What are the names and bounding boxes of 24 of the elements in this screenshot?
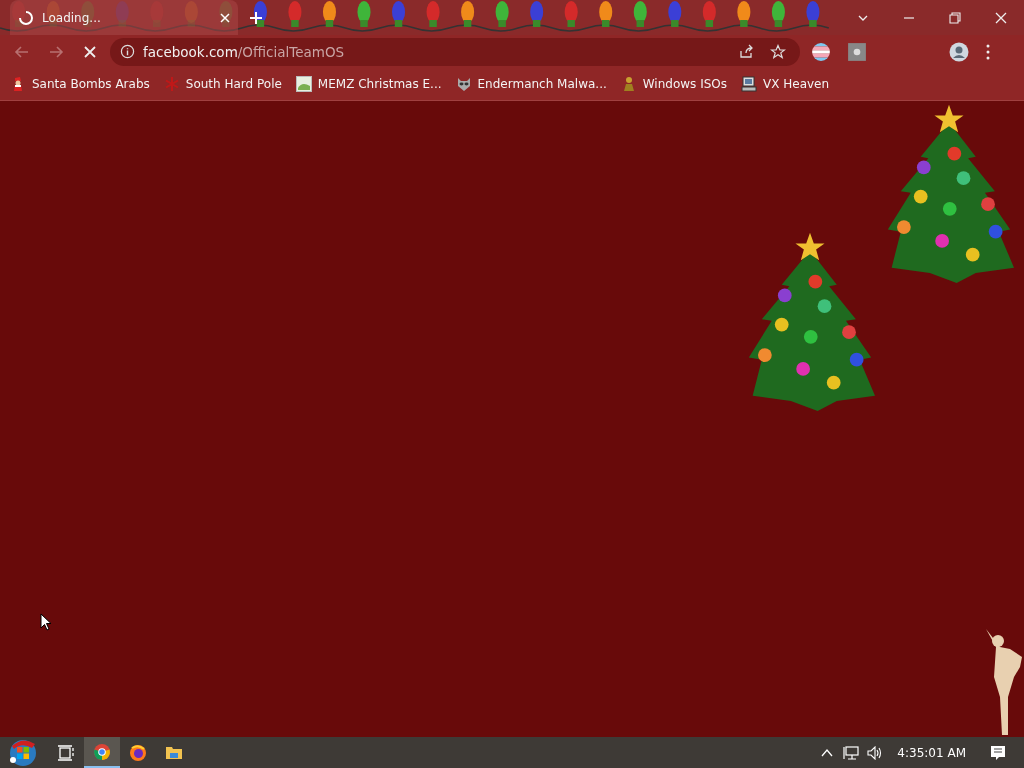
bookmark-item[interactable]: MEMZ Christmas E... bbox=[295, 76, 442, 92]
bookmark-item[interactable]: Santa Bombs Arabs bbox=[10, 76, 150, 92]
url-text: facebook.com/OfficialTeamOS bbox=[143, 43, 345, 60]
computer-icon bbox=[741, 76, 757, 92]
mouse-pointer-icon bbox=[40, 613, 52, 631]
tab-title: Loading... bbox=[42, 10, 102, 25]
snowflake-icon bbox=[163, 76, 180, 92]
browser-tab[interactable]: Loading... bbox=[10, 0, 238, 35]
close-icon[interactable] bbox=[220, 12, 230, 23]
firefox-icon bbox=[129, 743, 147, 762]
bookmark-item[interactable]: Endermanch Malwa... bbox=[455, 76, 607, 92]
bookmark-item[interactable]: VX Heaven bbox=[741, 76, 830, 92]
taskbar-app-button[interactable] bbox=[84, 737, 120, 768]
chrome-icon bbox=[93, 742, 111, 761]
raccoon-icon bbox=[455, 76, 472, 92]
new-tab-icon[interactable] bbox=[250, 11, 262, 24]
task-view-icon bbox=[57, 743, 75, 762]
start-button-icon[interactable] bbox=[8, 737, 38, 768]
bookmark-item[interactable]: Windows ISOs bbox=[620, 76, 727, 92]
clock-text[interactable]: 4:35:01 AM bbox=[887, 745, 982, 760]
image-icon bbox=[295, 76, 312, 92]
info-icon[interactable] bbox=[120, 44, 135, 59]
bookmark-item[interactable]: South Hard Pole bbox=[163, 76, 282, 92]
address-bar[interactable]: facebook.com/OfficialTeamOS bbox=[110, 37, 800, 66]
